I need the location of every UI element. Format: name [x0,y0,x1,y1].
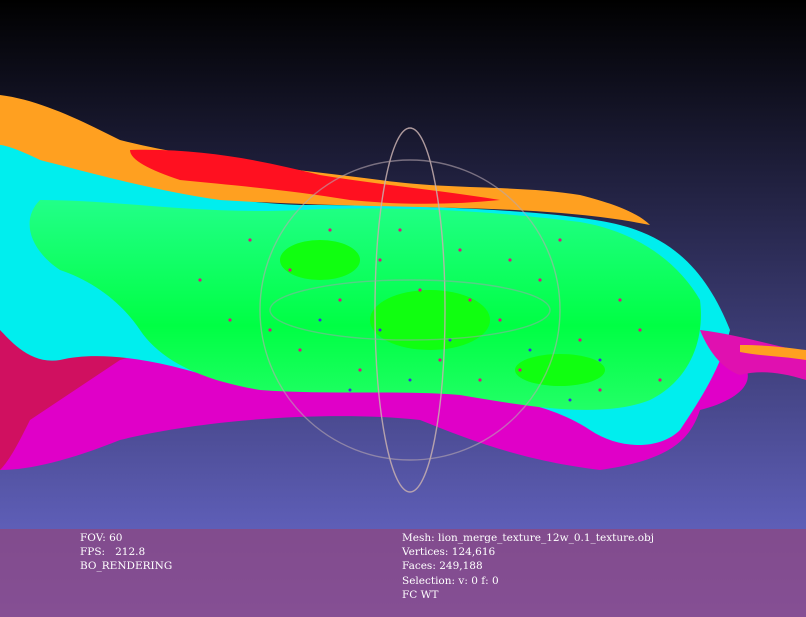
vertices-line: Vertices: 124,616 [402,545,654,559]
selection-line: Selection: v: 0 f: 0 [402,574,654,588]
selection-value: v: 0 f: 0 [458,574,499,587]
fps-value: 212.8 [115,546,146,559]
fps-label: FPS: [80,546,106,559]
render-flags: FC WT [402,588,439,601]
selection-label: Selection: [402,574,456,587]
render-stats: FOV: 60 FPS: 212.8 BO_RENDERING [80,531,172,574]
fps-line: FPS: 212.8 [80,545,172,559]
3d-viewport[interactable]: FOV: 60 FPS: 212.8 BO_RENDERING Mesh: li… [0,0,806,617]
scene-canvas[interactable] [0,0,806,617]
mesh-line: Mesh: lion_merge_texture_12w_0.1_texture… [402,531,654,545]
mesh-label: Mesh: [402,532,435,544]
faces-line: Faces: 249,188 [402,559,654,573]
fov-value: 60 [109,532,123,544]
mesh-stats: Mesh: lion_merge_texture_12w_0.1_texture… [402,531,654,602]
faces-label: Faces: [402,560,436,573]
vertices-value: 124,616 [451,546,496,559]
fov-line: FOV: 60 [80,531,172,545]
mesh-name: lion_merge_texture_12w_0.1_texture.obj [438,532,654,544]
faces-value: 249,188 [439,560,483,573]
fov-label: FOV: [80,532,106,544]
vertices-label: Vertices: [402,546,449,559]
render-mode: BO_RENDERING [80,560,173,573]
info-overlay: FOV: 60 FPS: 212.8 BO_RENDERING Mesh: li… [0,529,806,617]
